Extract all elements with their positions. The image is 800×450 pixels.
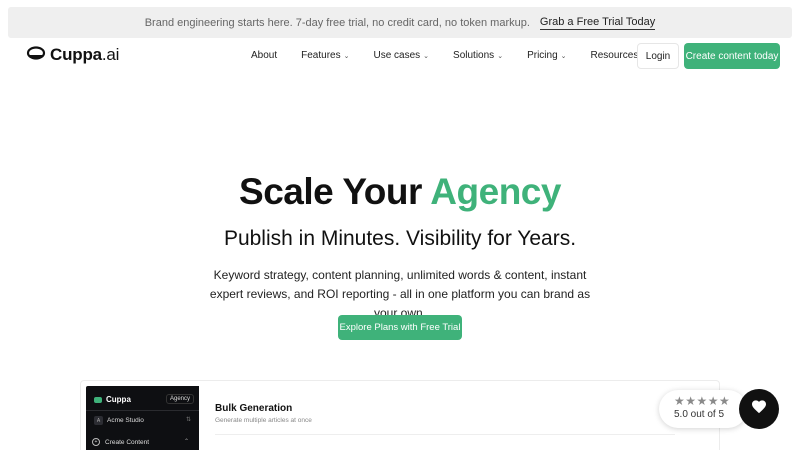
hero-title: Scale Your Agency bbox=[239, 171, 561, 212]
nav-use-cases[interactable]: Use cases ⌄ bbox=[373, 50, 429, 61]
star-rating-icon: ★★★★★ bbox=[674, 394, 731, 408]
heart-button[interactable] bbox=[739, 389, 779, 429]
login-button[interactable]: Login bbox=[637, 43, 679, 69]
nav-features[interactable]: Features ⌄ bbox=[301, 50, 349, 61]
chevron-down-icon: ⌄ bbox=[423, 52, 430, 60]
banner-text: Brand engineering starts here. 7-day fre… bbox=[144, 16, 530, 29]
explore-plans-button[interactable]: Explore Plans with Free Trial bbox=[338, 315, 462, 340]
heart-icon bbox=[751, 399, 767, 419]
chevron-down-icon: ⌄ bbox=[343, 52, 350, 60]
workspace-avatar: A bbox=[94, 416, 103, 425]
panel-subtitle: Generate multiple articles at once bbox=[215, 417, 312, 424]
chevron-updown-icon: ⇅ bbox=[186, 417, 192, 423]
chevron-down-icon: ⌄ bbox=[560, 52, 567, 60]
nav-about[interactable]: About bbox=[251, 50, 277, 61]
chevron-up-icon: ⌃ bbox=[184, 439, 190, 445]
divider bbox=[215, 434, 675, 435]
top-nav: Cuppa.ai About Features ⌄ Use cases ⌄ So… bbox=[0, 38, 800, 76]
cup-logo-icon bbox=[26, 45, 46, 65]
nav-pricing[interactable]: Pricing ⌄ bbox=[527, 50, 566, 61]
main-menu: About Features ⌄ Use cases ⌄ Solutions ⌄… bbox=[251, 50, 671, 61]
sidebar-item-create-content[interactable]: + Create Content bbox=[92, 438, 149, 446]
logo[interactable]: Cuppa.ai bbox=[26, 45, 119, 65]
cup-logo-icon bbox=[94, 396, 102, 403]
rating-widget[interactable]: ★★★★★ 5.0 out of 5 bbox=[659, 390, 747, 428]
workspace-selector[interactable]: A Acme Studio bbox=[94, 416, 144, 425]
logo-text: Cuppa.ai bbox=[50, 45, 120, 64]
app-preview-sidebar: Cuppa Agency A Acme Studio ⇅ + Create Co… bbox=[86, 386, 199, 450]
plus-circle-icon: + bbox=[92, 438, 100, 446]
panel-title: Bulk Generation bbox=[215, 403, 293, 414]
preview-brand: Cuppa bbox=[94, 395, 131, 404]
hero-subtitle: Publish in Minutes. Visibility for Years… bbox=[223, 227, 577, 250]
plan-badge: Agency bbox=[166, 394, 195, 404]
rating-text: 5.0 out of 5 bbox=[674, 409, 725, 420]
hero-title-accent: Agency bbox=[430, 171, 561, 212]
free-trial-link[interactable]: Grab a Free Trial Today bbox=[539, 16, 656, 30]
create-content-button[interactable]: Create content today bbox=[684, 43, 780, 69]
nav-solutions[interactable]: Solutions ⌄ bbox=[453, 50, 503, 61]
divider bbox=[86, 410, 199, 411]
chevron-down-icon: ⌄ bbox=[497, 52, 504, 60]
promo-banner: Brand engineering starts here. 7-day fre… bbox=[8, 7, 792, 38]
